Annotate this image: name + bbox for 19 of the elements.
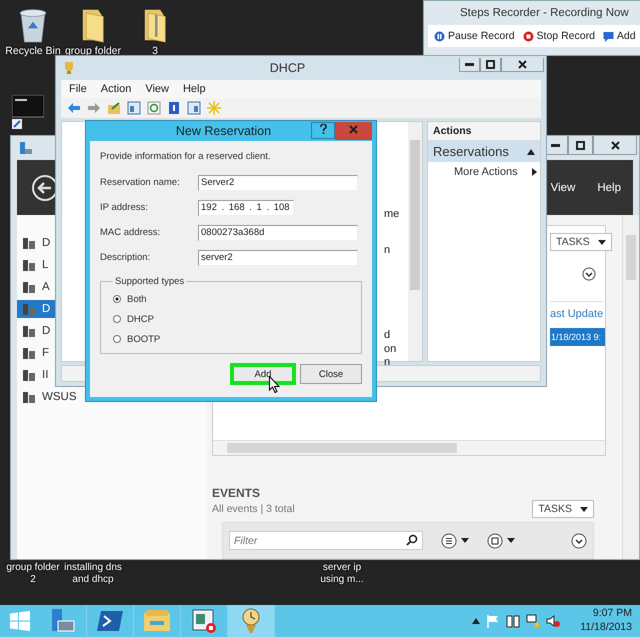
list-text: on [384, 343, 396, 355]
field-label: Description: [100, 252, 152, 263]
field-label: MAC address: [100, 227, 162, 238]
table-cell: 1/18/2013 9: [550, 328, 605, 346]
field-label: Reservation name: [100, 177, 181, 188]
pane-title: Actions [428, 122, 540, 141]
instruction-text: Provide information for a reserved client. [100, 151, 272, 162]
field-label: IP address: [100, 202, 149, 213]
dialog-title: New Reservation [174, 124, 272, 138]
window-title: Steps Recorder - Recording Now [459, 6, 630, 21]
events-summary: All events | 3 total [212, 503, 295, 515]
list-text: n [384, 244, 390, 256]
window-title: DHCP [268, 60, 306, 77]
list-text: d [384, 329, 390, 341]
section-title: EVENTS [212, 486, 262, 500]
section-title: Reservations [433, 144, 509, 159]
list-text: n [384, 356, 390, 368]
group-label: Supported types [114, 276, 186, 287]
list-text: me [384, 208, 400, 220]
